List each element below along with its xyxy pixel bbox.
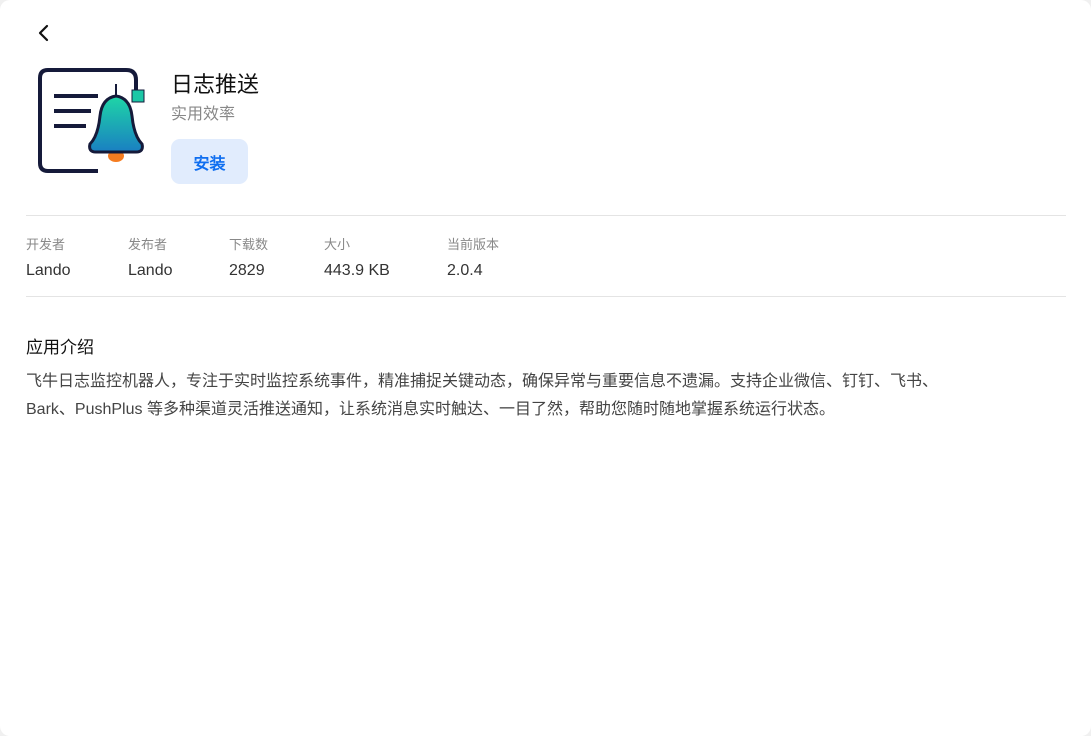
meta-value: 443.9 KB: [324, 262, 390, 279]
intro-heading: 应用介绍: [26, 338, 94, 357]
meta-label: 发布者: [128, 237, 168, 252]
meta-label: 当前版本: [447, 237, 500, 252]
intro-description: 飞牛日志监控机器人，专注于实时监控系统事件，精准捕捉关键动态，确保异常与重要信息…: [26, 368, 1066, 424]
chevron-left-icon: [38, 24, 49, 42]
install-button[interactable]: 安装: [171, 139, 248, 184]
back-button[interactable]: [32, 20, 56, 46]
meta-size: 大小 443.9 KB: [324, 234, 390, 280]
app-detail-panel: 日志推送 实用效率 安装 开发者 Lando 发布者 Lando 下载数 2829 大…: [0, 0, 1091, 736]
meta-label: 大小: [324, 237, 351, 252]
intro-line: 飞牛日志监控机器人，专注于实时监控系统事件，精准捕捉关键动态，确保异常与重要信息…: [26, 373, 939, 390]
meta-label: 开发者: [26, 237, 66, 252]
divider: [26, 296, 1066, 297]
meta-value: 2.0.4: [447, 262, 483, 279]
meta-developer: 开发者 Lando: [26, 234, 71, 280]
intro-line: Bark、PushPlus 等多种渠道灵活推送通知，让系统消息实时触达、一目了然…: [26, 401, 835, 418]
meta-downloads: 下载数 2829: [229, 234, 268, 280]
meta-label: 下载数: [229, 237, 269, 252]
divider: [26, 215, 1066, 216]
meta-version: 当前版本 2.0.4: [447, 234, 499, 280]
app-category: 实用效率: [171, 106, 236, 123]
app-name: 日志推送: [171, 72, 260, 97]
meta-value: Lando: [26, 262, 71, 279]
app-icon: [38, 68, 145, 173]
meta-value: 2829: [229, 262, 265, 279]
meta-value: Lando: [128, 262, 173, 279]
meta-publisher: 发布者 Lando: [128, 234, 173, 280]
